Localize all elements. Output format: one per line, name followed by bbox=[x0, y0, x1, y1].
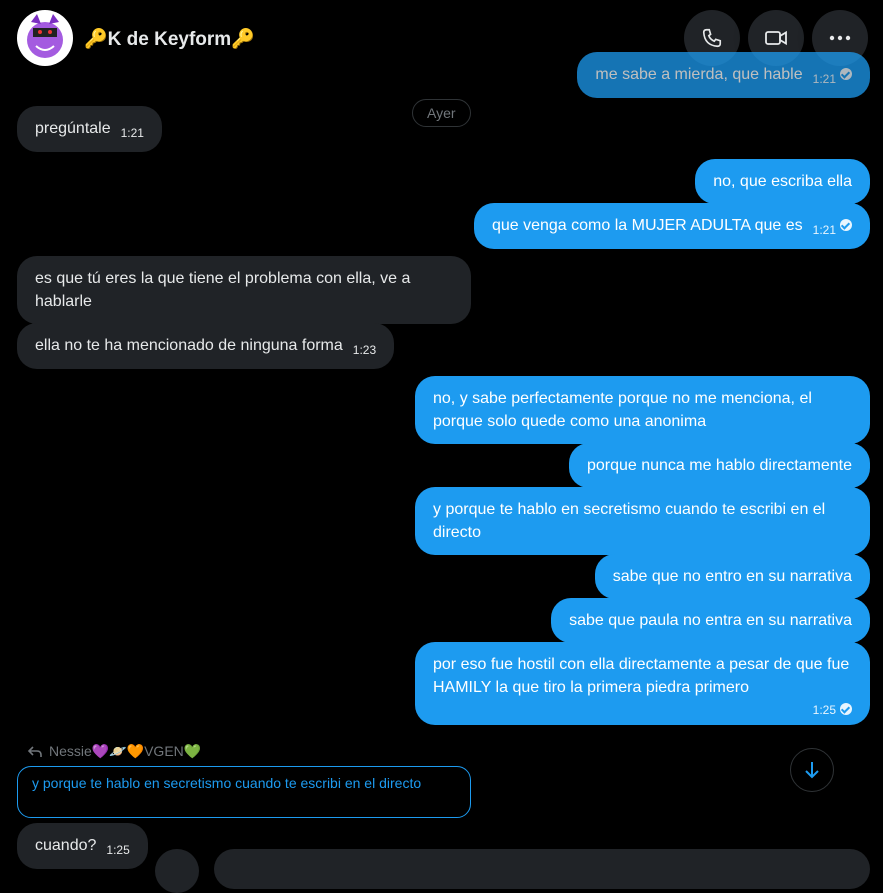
message-text: ella no te ha mencionado de ninguna form… bbox=[35, 337, 343, 354]
message-text: es que tú eres la que tiene el problema … bbox=[35, 270, 411, 310]
conversation-title[interactable]: 🔑K de Keyform🔑 bbox=[84, 27, 255, 51]
message-incoming[interactable]: ella no te ha mencionado de ninguna form… bbox=[17, 323, 395, 369]
message-time: 1:21 bbox=[812, 72, 836, 86]
message-time: 1:21 bbox=[120, 126, 144, 140]
message-outgoing[interactable]: no, y sabe perfectamente porque no me me… bbox=[415, 376, 870, 444]
message-text: y porque te hablo en secretismo cuando t… bbox=[433, 501, 826, 541]
message-text: me sabe a mierda, que hable bbox=[595, 66, 803, 83]
message-text: por eso fue hostil con ella directamente… bbox=[433, 656, 850, 696]
message-time: 1:21 bbox=[812, 223, 836, 237]
avatar-image bbox=[27, 14, 63, 58]
read-check-icon bbox=[840, 67, 852, 80]
message-text: porque nunca me hablo directamente bbox=[586, 457, 852, 474]
message-input[interactable] bbox=[214, 849, 870, 889]
message-outgoing[interactable]: por eso fue hostil con ella directamente… bbox=[415, 642, 870, 725]
read-check-icon bbox=[840, 218, 852, 231]
message-outgoing[interactable]: sabe que no entro en su narrativa bbox=[594, 554, 870, 599]
scroll-down-button[interactable] bbox=[790, 748, 834, 792]
read-check-icon bbox=[840, 702, 852, 715]
more-icon bbox=[829, 35, 851, 41]
message-outgoing[interactable]: sabe que paula no entra en su narrativa bbox=[551, 598, 870, 643]
message-text: cuando? bbox=[35, 837, 97, 854]
message-text: no, y sabe perfectamente porque no me me… bbox=[433, 390, 812, 430]
quoted-message[interactable]: y porque te hablo en secretismo cuando t… bbox=[17, 766, 471, 818]
reply-to-name: Nessie💜🪐🧡VGEN💚 bbox=[49, 743, 202, 759]
message-outgoing[interactable]: porque nunca me hablo directamente bbox=[568, 443, 870, 488]
message-text: sabe que no entro en su narrativa bbox=[612, 568, 852, 585]
message-incoming[interactable]: cuando? 1:25 bbox=[17, 823, 148, 869]
phone-icon bbox=[702, 28, 722, 48]
message-text: no, que escriba ella bbox=[713, 173, 852, 190]
message-outgoing[interactable]: no, que escriba ella bbox=[695, 159, 870, 204]
date-separator: Ayer bbox=[412, 99, 471, 127]
message-time: 1:25 bbox=[812, 703, 836, 717]
quoted-text: y porque te hablo en secretismo cuando t… bbox=[32, 775, 422, 791]
message-text: pregúntale bbox=[35, 120, 111, 137]
message-incoming[interactable]: es que tú eres la que tiene el problema … bbox=[17, 256, 471, 324]
message-outgoing[interactable]: me sabe a mierda, que hable 1:21 bbox=[577, 52, 870, 98]
arrow-down-icon bbox=[805, 762, 819, 779]
video-icon bbox=[765, 30, 787, 46]
reply-icon bbox=[27, 745, 42, 757]
message-outgoing[interactable]: y porque te hablo en secretismo cuando t… bbox=[415, 487, 870, 555]
message-outgoing[interactable]: que venga como la MUJER ADULTA que es 1:2… bbox=[473, 203, 870, 249]
message-incoming[interactable]: pregúntale 1:21 bbox=[17, 106, 162, 152]
composer-action-button[interactable] bbox=[155, 849, 199, 893]
avatar[interactable] bbox=[17, 10, 73, 66]
reply-header: Nessie💜🪐🧡VGEN💚 bbox=[27, 743, 201, 760]
message-text: que venga como la MUJER ADULTA que es bbox=[491, 217, 803, 234]
message-time: 1:23 bbox=[352, 343, 377, 357]
message-time: 1:25 bbox=[106, 843, 130, 857]
message-text: sabe que paula no entra en su narrativa bbox=[569, 612, 852, 629]
